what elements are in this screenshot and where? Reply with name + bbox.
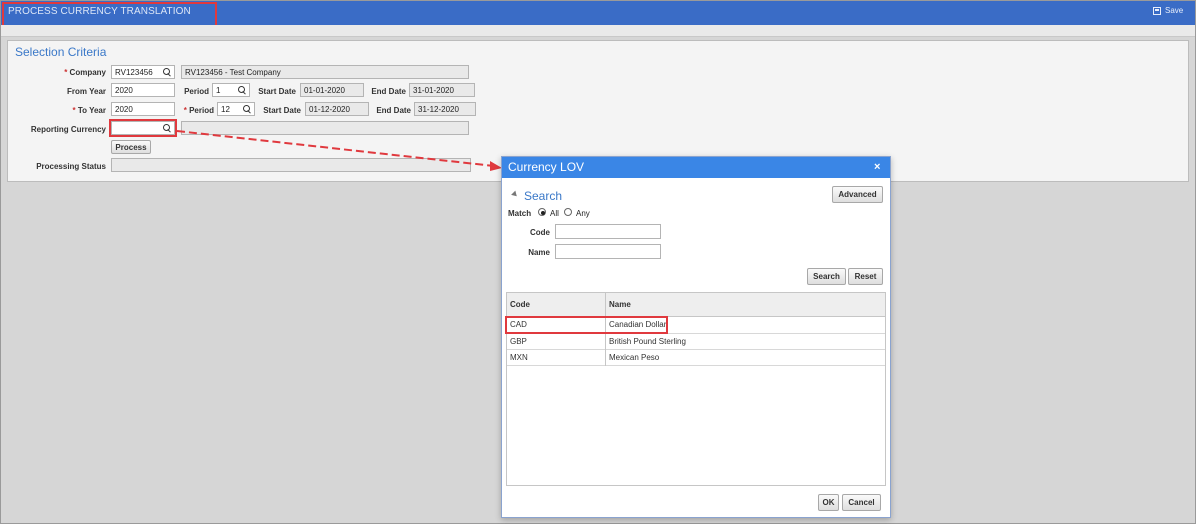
name-label: Name xyxy=(528,248,550,257)
table-row-name[interactable]: Mexican Peso xyxy=(606,350,885,366)
search-section-title[interactable]: Search xyxy=(524,189,562,203)
match-all-radio[interactable] xyxy=(538,208,546,216)
match-label: Match xyxy=(508,209,532,218)
search-button[interactable]: Search xyxy=(807,268,846,285)
match-any-label: Any xyxy=(576,209,590,218)
close-icon[interactable]: × xyxy=(874,161,880,173)
dialog-title: Currency LOV xyxy=(508,160,585,174)
code-search-input[interactable] xyxy=(555,224,661,239)
code-label: Code xyxy=(530,228,550,237)
ok-button[interactable]: OK xyxy=(818,494,839,511)
advanced-button[interactable]: Advanced xyxy=(832,186,883,203)
match-any-radio[interactable] xyxy=(564,208,572,216)
reset-button[interactable]: Reset xyxy=(848,268,883,285)
column-header-code[interactable]: Code xyxy=(507,293,606,317)
match-all-label: All xyxy=(550,209,559,218)
table-row-code[interactable]: GBP xyxy=(507,334,605,350)
column-header-name[interactable]: Name xyxy=(606,293,885,317)
table-row-code[interactable]: MXN xyxy=(507,350,605,366)
table-row-name[interactable]: British Pound Sterling xyxy=(606,334,885,350)
cad-row-highlight-box xyxy=(505,316,668,334)
cancel-button[interactable]: Cancel xyxy=(842,494,881,511)
name-search-input[interactable] xyxy=(555,244,661,259)
